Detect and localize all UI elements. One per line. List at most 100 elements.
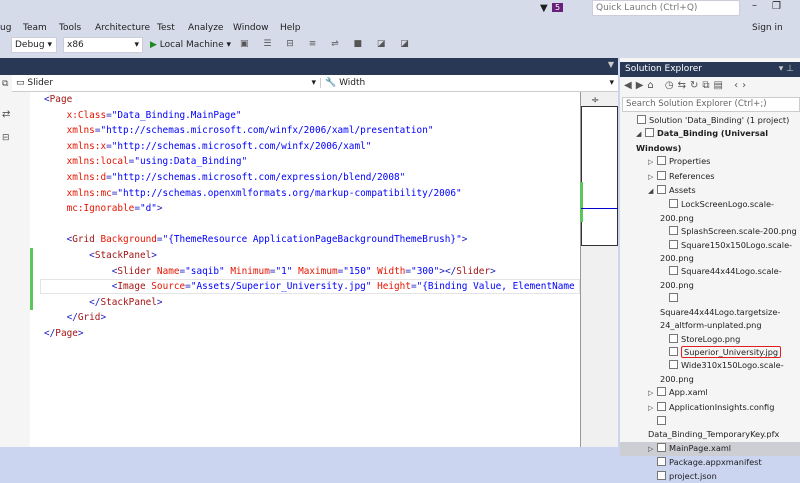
tree-item[interactable]: Wide310x150Logo.scale-200.png bbox=[620, 359, 800, 386]
tree-item[interactable]: ▷ References bbox=[620, 170, 800, 184]
restore-button[interactable]: ❐ bbox=[772, 1, 781, 12]
file-icon bbox=[669, 360, 678, 370]
tree-item[interactable]: ◢ Data_Binding (Universal Windows) bbox=[620, 127, 800, 155]
tree-item[interactable]: ▷ MainPage.xaml bbox=[620, 441, 800, 457]
tree-item[interactable]: Superior_University.jpg bbox=[620, 345, 800, 359]
tree-item[interactable]: ▷ App.xaml bbox=[620, 386, 800, 400]
toolbar-icons[interactable]: ▣ ☰ ⊟ ≡ ⇌ ■ ◪ ◪ bbox=[240, 37, 415, 54]
tree-item[interactable]: Solution 'Data_Binding' (1 project) bbox=[620, 114, 800, 127]
file-icon bbox=[657, 442, 666, 452]
pin-icon[interactable]: ▾ ⊥ bbox=[779, 64, 794, 74]
tree-item-label: Square150x150Logo.scale-200.png bbox=[660, 239, 793, 264]
sign-in-link[interactable]: Sign in bbox=[752, 23, 783, 33]
file-icon bbox=[669, 226, 678, 236]
menu-window[interactable]: Window bbox=[233, 23, 269, 33]
tree-item[interactable]: Square44x44Logo.scale-200.png bbox=[620, 265, 800, 292]
config-select[interactable]: Debug ▾ bbox=[11, 37, 57, 53]
member-dropdown[interactable]: 🔧 Width ▾ bbox=[320, 78, 614, 88]
file-icon bbox=[657, 457, 666, 467]
tree-item[interactable]: LockScreenLogo.scale-200.png bbox=[620, 198, 800, 225]
panel-title: Solution Explorer bbox=[625, 64, 702, 74]
navigation-bar: ▭ Slider ▾ 🔧 Width ▾ bbox=[12, 75, 618, 92]
tree-item[interactable]: SplashScreen.scale-200.png bbox=[620, 225, 800, 238]
solution-explorer-toolbar[interactable]: ◀▶⌂ ◷⇆↻⧉▤ ‹› bbox=[624, 80, 750, 91]
file-icon bbox=[669, 266, 678, 276]
tree-item-label: ApplicationInsights.config bbox=[669, 401, 775, 412]
menu-team[interactable]: Team bbox=[23, 23, 47, 33]
caret-marker bbox=[581, 208, 618, 209]
expand-arrow-icon[interactable]: ▷ bbox=[648, 443, 657, 456]
wrench-icon: 🔧 bbox=[325, 78, 337, 88]
code-line: <Image Source="Assets/Superior_Universit… bbox=[111, 281, 575, 293]
file-icon bbox=[657, 387, 666, 397]
tree-item-label: Assets bbox=[669, 185, 696, 196]
file-icon bbox=[657, 170, 666, 180]
document-tab-well: ▼ bbox=[0, 58, 618, 75]
solution-search-input[interactable]: Search Solution Explorer (Ctrl+;) bbox=[622, 97, 800, 112]
file-icon bbox=[657, 156, 666, 166]
file-icon bbox=[657, 185, 666, 195]
solution-tree: Solution 'Data_Binding' (1 project) ◢ Data… bbox=[620, 114, 800, 483]
config-value: Debug bbox=[15, 40, 45, 50]
tree-item-label: SplashScreen.scale-200.png bbox=[681, 226, 797, 237]
collapse-icon[interactable]: ⊟ bbox=[2, 133, 10, 143]
tree-item-label: Square44x44Logo.scale-200.png bbox=[660, 266, 782, 290]
filter-icon[interactable]: ▼ bbox=[540, 3, 548, 14]
tree-item-label: Superior_University.jpg bbox=[681, 345, 782, 358]
tree-item[interactable]: Square44x44Logo.targetsize-24_altform-un… bbox=[620, 292, 800, 332]
tree-item[interactable]: StoreLogo.png bbox=[620, 333, 800, 346]
tree-item[interactable]: Package.appxmanifest bbox=[620, 456, 800, 469]
expand-arrow-icon[interactable]: ▷ bbox=[648, 402, 657, 415]
tree-item[interactable]: ◢ Assets bbox=[620, 184, 800, 198]
code-line: xmlns:x="http://schemas.microsoft.com/wi… bbox=[66, 140, 372, 152]
swap-icon[interactable]: ⇄ bbox=[2, 109, 10, 120]
file-icon bbox=[669, 199, 678, 209]
tree-item[interactable]: Data_Binding_TemporaryKey.pfx bbox=[620, 415, 800, 442]
code-line: </Page> bbox=[44, 327, 84, 339]
file-icon bbox=[669, 346, 678, 356]
menu-help[interactable]: Help bbox=[280, 23, 301, 33]
tree-item[interactable]: ▷ Properties bbox=[620, 155, 800, 169]
scroll-thumb[interactable] bbox=[581, 106, 618, 246]
member-value: Width bbox=[339, 78, 366, 88]
split-icon[interactable]: ⧉ bbox=[2, 79, 8, 89]
menu-architecture[interactable]: Architecture bbox=[95, 23, 150, 33]
tree-item[interactable]: Square150x150Logo.scale-200.png bbox=[620, 239, 800, 266]
minimize-button[interactable]: – bbox=[752, 0, 757, 11]
vertical-scrollbar-map[interactable]: ÷ bbox=[580, 92, 618, 447]
tree-item-label: Wide310x150Logo.scale-200.png bbox=[660, 360, 784, 384]
code-line: </StackPanel> bbox=[89, 296, 163, 308]
code-line: <Slider Name="saqib" Minimum="1" Maximum… bbox=[111, 265, 496, 277]
quick-launch-input[interactable]: Quick Launch (Ctrl+Q) bbox=[592, 0, 740, 16]
tree-item[interactable]: project.json bbox=[620, 470, 800, 483]
tree-item-label: App.xaml bbox=[669, 387, 708, 398]
split-handle-icon[interactable]: ÷ bbox=[591, 95, 599, 106]
code-line: xmlns:local="using:Data_Binding" bbox=[66, 156, 248, 168]
expand-arrow-icon[interactable]: ▷ bbox=[648, 156, 657, 169]
code-line: xmlns="http://schemas.microsoft.com/winf… bbox=[66, 125, 434, 137]
tree-item-label: Data_Binding_TemporaryKey.pfx bbox=[648, 429, 780, 440]
expand-arrow-icon[interactable]: ▷ bbox=[648, 171, 657, 184]
run-label: Local Machine bbox=[159, 40, 224, 50]
code-line: xmlns:mc="http://schemas.openxmlformats.… bbox=[66, 187, 462, 199]
notification-badge[interactable]: 5 bbox=[552, 3, 564, 12]
expand-arrow-icon[interactable]: ◢ bbox=[636, 128, 645, 141]
code-line: xmlns:d="http://schemas.microsoft.com/ex… bbox=[66, 171, 406, 183]
menu-analyze[interactable]: Analyze bbox=[188, 23, 223, 33]
code-lines[interactable]: <Page x:Class="Data_Binding.MainPage" xm… bbox=[44, 92, 578, 342]
change-indicator bbox=[30, 248, 33, 310]
tree-item[interactable]: ▷ ApplicationInsights.config bbox=[620, 401, 800, 415]
expand-arrow-icon[interactable]: ▷ bbox=[648, 387, 657, 400]
scroll-change-marker bbox=[580, 182, 583, 222]
menu-test[interactable]: Test bbox=[157, 23, 175, 33]
menu-tools[interactable]: Tools bbox=[59, 23, 81, 33]
element-dropdown[interactable]: ▭ Slider ▾ bbox=[16, 78, 316, 88]
tree-item-label: Package.appxmanifest bbox=[669, 457, 762, 468]
run-button[interactable]: ▶ Local Machine ▾ bbox=[150, 37, 231, 54]
file-icon bbox=[657, 470, 666, 480]
menu-debug[interactable]: ug bbox=[0, 23, 11, 33]
expand-arrow-icon[interactable]: ◢ bbox=[648, 185, 657, 198]
platform-select[interactable]: x86 ▾ bbox=[63, 37, 143, 53]
tree-item-label: Properties bbox=[669, 156, 711, 167]
file-icon bbox=[669, 239, 678, 249]
